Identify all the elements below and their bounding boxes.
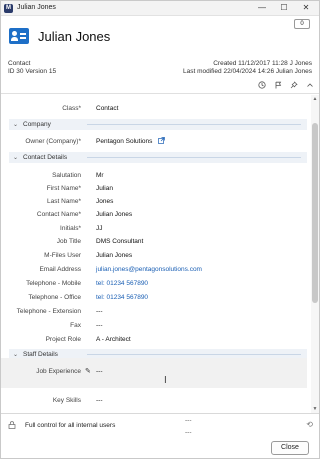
property-row-key-skills[interactable]: Key Skills --- — [1, 394, 311, 407]
property-value[interactable]: Mr — [96, 172, 104, 179]
scroll-thumb[interactable] — [312, 123, 318, 303]
property-value[interactable]: JJ — [96, 225, 103, 232]
external-link-icon[interactable] — [158, 137, 165, 144]
property-value[interactable]: --- — [96, 308, 103, 315]
scroll-down-icon[interactable]: ▼ — [311, 406, 319, 412]
property-value[interactable]: Jones — [96, 198, 113, 205]
mobile-phone-link[interactable]: tel: 01234 567890 — [96, 280, 148, 287]
property-label: Owner (Company)* — [25, 138, 81, 145]
chevron-down-icon: ⌄ — [13, 352, 19, 358]
property-row-salutation[interactable]: Salutation Mr — [1, 169, 311, 182]
chevron-down-icon: ⌄ — [13, 122, 19, 128]
window-title: Julian Jones — [17, 4, 56, 11]
section-divider — [87, 124, 301, 125]
property-label: Initials* — [60, 225, 81, 232]
property-row-job-experience[interactable]: Job Experience ✎ --- — [1, 365, 311, 378]
header-divider — [1, 93, 319, 94]
property-label: Job Experience — [36, 368, 81, 375]
property-value[interactable]: DMS Consultant — [96, 238, 143, 245]
title-bar: M Julian Jones — ☐ ✕ — [1, 1, 319, 16]
footer-value: --- — [185, 417, 192, 424]
contact-card-icon — [9, 28, 29, 44]
object-meta-left: Contact ID 30 Version 15 — [8, 60, 56, 76]
property-label: M-Files User — [44, 252, 81, 259]
property-row-owner[interactable]: Owner (Company)* Pentagon Solutions — [1, 135, 311, 148]
created-info: Created 11/12/2017 11:28 J Jones — [213, 60, 312, 67]
property-label: Email Address — [39, 266, 81, 273]
property-row-class[interactable]: Class* Contact — [1, 102, 311, 115]
section-header-company[interactable]: ⌄ Company — [9, 119, 307, 130]
metadata-card-window: M Julian Jones — ☐ ✕ 0 Julian Jones Cont… — [0, 0, 320, 459]
footer-divider — [1, 413, 319, 414]
property-label: Last Name* — [47, 198, 81, 205]
property-row-extension[interactable]: Telephone - Extension --- — [1, 305, 311, 318]
property-row-fax[interactable]: Fax --- — [1, 319, 311, 332]
property-row-first-name[interactable]: First Name* Julian — [1, 182, 311, 195]
maximize-button[interactable]: ☐ — [273, 1, 295, 15]
property-value[interactable]: Julian Jones — [96, 211, 132, 218]
property-label: Salutation — [52, 172, 81, 179]
chevron-down-icon: ⌄ — [13, 155, 19, 161]
property-value[interactable]: A - Architect — [96, 336, 131, 343]
property-value[interactable]: Pentagon Solutions — [96, 138, 152, 145]
flag-icon[interactable] — [273, 81, 283, 91]
properties-pane: Class* Contact ⌄ Company Owner (Company)… — [1, 95, 311, 413]
property-value[interactable]: --- — [96, 368, 103, 375]
property-label: Telephone - Office — [28, 294, 81, 301]
scroll-up-icon[interactable]: ▲ — [311, 96, 319, 102]
property-label: Key Skills — [52, 397, 81, 404]
section-divider — [87, 354, 301, 355]
property-label: First Name* — [46, 185, 81, 192]
property-row-job-title[interactable]: Job Title DMS Consultant — [1, 235, 311, 248]
property-label: Telephone - Mobile — [26, 280, 81, 287]
property-label: Fax — [70, 322, 81, 329]
property-row-initials[interactable]: Initials* JJ — [1, 222, 311, 235]
close-button[interactable]: Close — [271, 441, 309, 455]
section-header-contact-details[interactable]: ⌄ Contact Details — [9, 152, 307, 163]
object-type: Contact — [8, 60, 31, 67]
history-icon[interactable] — [257, 81, 267, 91]
pin-icon[interactable] — [289, 81, 299, 91]
property-row-project-role[interactable]: Project Role A - Architect — [1, 333, 311, 346]
pencil-icon[interactable]: ✎ — [85, 367, 91, 375]
app-icon: M — [4, 4, 13, 13]
email-link[interactable]: julian.jones@pentagonsolutions.com — [96, 266, 202, 273]
property-value[interactable]: Julian — [96, 185, 113, 192]
property-row-office[interactable]: Telephone - Office tel: 01234 567890 — [1, 291, 311, 304]
section-divider — [87, 157, 301, 158]
lock-icon — [8, 421, 16, 429]
permissions-label[interactable]: Full control for all internal users — [25, 422, 115, 429]
property-row-mobile[interactable]: Telephone - Mobile tel: 01234 567890 — [1, 277, 311, 290]
office-phone-link[interactable]: tel: 01234 567890 — [96, 294, 148, 301]
property-row-email[interactable]: Email Address julian.jones@pentagonsolut… — [1, 263, 311, 276]
text-cursor-icon: I — [164, 375, 167, 386]
property-value[interactable]: Contact — [96, 105, 118, 112]
object-id-version: ID 30 Version 15 — [8, 68, 57, 75]
minimize-button[interactable]: — — [251, 1, 273, 15]
object-title: Julian Jones — [38, 29, 111, 44]
property-label: Project Role — [45, 336, 81, 343]
property-label: Job Title — [56, 238, 81, 245]
chevron-up-icon[interactable] — [305, 81, 315, 91]
property-label: Telephone - Extension — [16, 308, 81, 315]
property-value[interactable]: --- — [96, 397, 103, 404]
property-label: Class* — [62, 105, 81, 112]
property-value[interactable]: --- — [96, 322, 103, 329]
property-row-contact-name[interactable]: Contact Name* Julian Jones — [1, 208, 311, 221]
modified-info: Last modified 22/04/2024 14:26 Julian Jo… — [182, 68, 312, 75]
object-meta-right: Created 11/12/2017 11:28 J Jones Last mo… — [183, 60, 312, 76]
property-row-mfiles-user[interactable]: M-Files User Julian Jones — [1, 249, 311, 262]
sync-icon[interactable]: ⟲ — [306, 420, 313, 429]
property-label: Contact Name* — [36, 211, 81, 218]
vertical-scrollbar[interactable]: ▲ ▼ — [311, 95, 319, 413]
section-title: Staff Details — [23, 351, 58, 358]
section-title: Company — [23, 121, 51, 128]
notification-badge[interactable]: 0 — [294, 19, 310, 29]
footer-value: --- — [185, 429, 192, 436]
property-row-last-name[interactable]: Last Name* Jones — [1, 195, 311, 208]
property-value[interactable]: Julian Jones — [96, 252, 132, 259]
section-title: Contact Details — [23, 154, 68, 161]
close-window-button[interactable]: ✕ — [295, 1, 317, 15]
